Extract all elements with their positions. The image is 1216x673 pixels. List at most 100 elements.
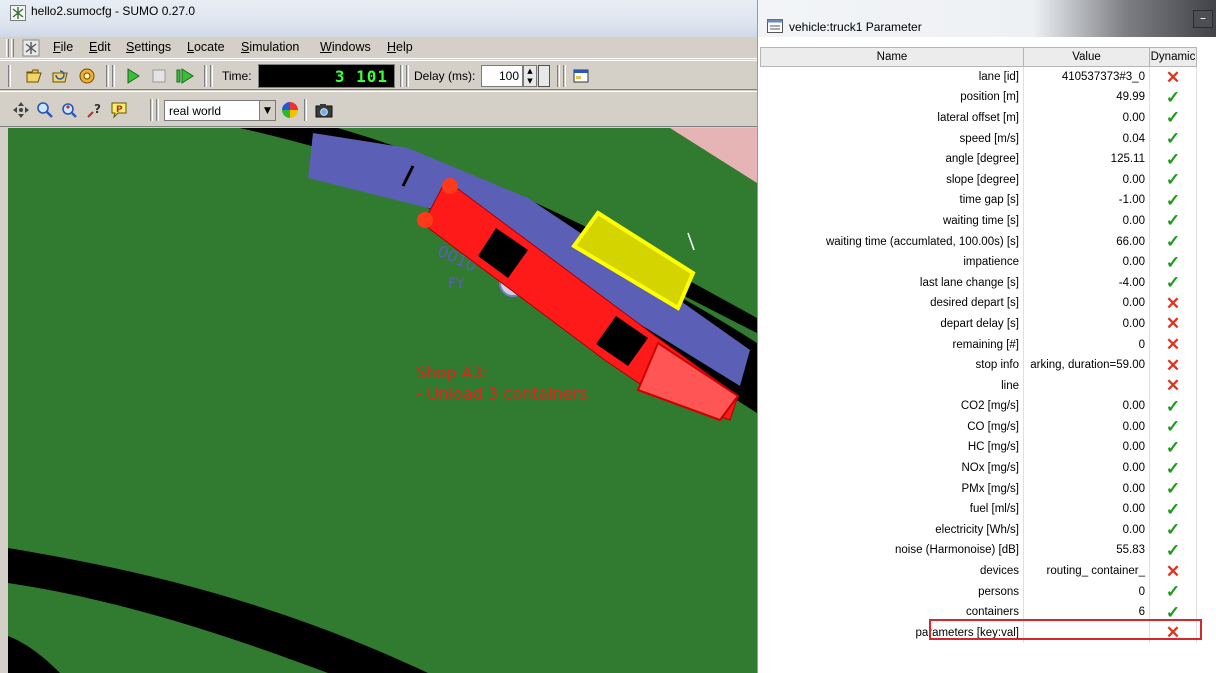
checkmark-icon: ✓ bbox=[1149, 498, 1197, 520]
stop-button[interactable] bbox=[148, 65, 170, 87]
lower-road bbox=[8, 548, 428, 673]
toolbar-grip[interactable] bbox=[11, 39, 14, 57]
step-button[interactable] bbox=[174, 65, 196, 87]
tooltip-icon: P bbox=[111, 102, 127, 119]
parameter-value: 0.00 bbox=[1023, 457, 1150, 479]
table-row[interactable]: CO [mg/s] 0.00 ✓ bbox=[760, 416, 1197, 438]
checkmark-icon: ✓ bbox=[1149, 416, 1197, 438]
minimize-button[interactable]: – bbox=[1193, 10, 1213, 28]
delay-spinner[interactable]: ▲ ▼ bbox=[523, 65, 537, 87]
toolbar-grip[interactable] bbox=[8, 65, 11, 87]
table-row[interactable]: containers 6 ✓ bbox=[760, 601, 1197, 623]
toolbar-grip[interactable] bbox=[6, 39, 9, 57]
spin-down-icon[interactable]: ▼ bbox=[524, 76, 536, 86]
new-view-button[interactable] bbox=[570, 65, 592, 87]
menu-locate[interactable]: Locate bbox=[187, 40, 225, 54]
table-row[interactable]: noise (Harmonoise) [dB] 55.83 ✓ bbox=[760, 540, 1197, 561]
menu-simulation[interactable]: Simulation bbox=[241, 40, 299, 54]
toolbar-separator bbox=[400, 65, 403, 87]
open-folder-button[interactable] bbox=[24, 65, 46, 87]
query-button[interactable]: ? bbox=[84, 99, 106, 121]
table-row[interactable]: CO2 [mg/s] 0.00 ✓ bbox=[760, 396, 1197, 417]
menu-edit[interactable]: Edit bbox=[89, 40, 111, 54]
parameter-name: persons bbox=[760, 581, 1024, 602]
toolbar-separator bbox=[106, 65, 109, 87]
toolbar-separator bbox=[304, 99, 307, 121]
screenshot-button[interactable] bbox=[313, 99, 335, 121]
edit-coloring-button[interactable] bbox=[279, 99, 301, 121]
table-row[interactable]: slope [degree] 0.00 ✓ bbox=[760, 169, 1197, 191]
toolbar-separator bbox=[406, 65, 409, 87]
table-row[interactable]: position [m] 49.99 ✓ bbox=[760, 87, 1197, 108]
table-row[interactable]: waiting time (accumlated, 100.00s) [s] 66… bbox=[760, 231, 1197, 252]
checkmark-icon: ✓ bbox=[1149, 396, 1197, 417]
checkmark-icon: ✓ bbox=[1149, 169, 1197, 191]
checkmark-icon: ✓ bbox=[1149, 107, 1197, 129]
spin-up-icon[interactable]: ▲ bbox=[524, 66, 536, 76]
table-row[interactable]: desired depart [s] 0.00 ✕ bbox=[760, 293, 1197, 314]
scale-label: 0m 1m bbox=[8, 662, 47, 673]
cross-icon: ✕ bbox=[1149, 313, 1197, 335]
table-row[interactable]: stop info arking, duration=59.00 ✕ bbox=[760, 354, 1197, 376]
parameter-value: 0 bbox=[1023, 581, 1150, 602]
column-header-name[interactable]: Name bbox=[760, 47, 1024, 67]
delay-slider-handle[interactable] bbox=[538, 65, 550, 87]
parameter-value: -4.00 bbox=[1023, 272, 1150, 294]
table-row[interactable]: lane [id] 410537373#3_0 ✕ bbox=[760, 66, 1197, 88]
table-row[interactable]: parameters [key:val] ✕ bbox=[760, 622, 1197, 644]
delay-input[interactable]: 100 bbox=[481, 65, 523, 87]
menu-windows[interactable]: Windows bbox=[320, 40, 371, 54]
table-row[interactable]: last lane change [s] -4.00 ✓ bbox=[760, 272, 1197, 294]
parameter-value bbox=[1023, 375, 1150, 396]
menu-file[interactable]: File bbox=[53, 40, 73, 54]
recenter-view-button[interactable] bbox=[10, 99, 32, 121]
tooltip-toggle-button[interactable]: P bbox=[108, 99, 130, 121]
toolbar-separator bbox=[204, 65, 207, 87]
table-row[interactable]: time gap [s] -1.00 ✓ bbox=[760, 190, 1197, 211]
parameter-name: CO [mg/s] bbox=[760, 416, 1024, 438]
table-row[interactable]: NOx [mg/s] 0.00 ✓ bbox=[760, 457, 1197, 479]
view-scheme-value: real world bbox=[169, 104, 222, 118]
table-row[interactable]: speed [m/s] 0.04 ✓ bbox=[760, 128, 1197, 149]
menu-help[interactable]: Help bbox=[387, 40, 413, 54]
table-row[interactable]: angle [degree] 125.11 ✓ bbox=[760, 148, 1197, 170]
parameter-value bbox=[1023, 622, 1150, 644]
reload-button[interactable] bbox=[50, 65, 72, 87]
menu-settings[interactable]: Settings bbox=[126, 40, 171, 54]
network-view-canvas[interactable]: 0010 FY bbox=[8, 128, 757, 673]
shop-annotation: Shop A3: - Unload 3 containers bbox=[416, 363, 588, 403]
table-row[interactable]: persons 0 ✓ bbox=[760, 581, 1197, 602]
table-row[interactable]: depart delay [s] 0.00 ✕ bbox=[760, 313, 1197, 335]
parameter-name: parameters [key:val] bbox=[760, 622, 1024, 644]
sumo-titlebar[interactable]: hello2.sumocfg - SUMO 0.27.0 bbox=[0, 0, 757, 37]
table-row[interactable]: fuel [ml/s] 0.00 ✓ bbox=[760, 498, 1197, 520]
table-row[interactable]: remaining [#] 0 ✕ bbox=[760, 334, 1197, 355]
locate-junction-button[interactable] bbox=[34, 99, 56, 121]
table-row[interactable]: PMx [mg/s] 0.00 ✓ bbox=[760, 478, 1197, 499]
parameter-name: position [m] bbox=[760, 87, 1024, 108]
close-simulation-button[interactable] bbox=[76, 65, 98, 87]
table-row[interactable]: line ✕ bbox=[760, 375, 1197, 396]
table-row[interactable]: waiting time [s] 0.00 ✓ bbox=[760, 210, 1197, 232]
table-row[interactable]: HC [mg/s] 0.00 ✓ bbox=[760, 437, 1197, 458]
sumo-main-window: hello2.sumocfg - SUMO 0.27.0 File Edit S… bbox=[0, 0, 757, 673]
column-header-value[interactable]: Value bbox=[1023, 47, 1150, 67]
column-header-dynamic[interactable]: Dynamic bbox=[1149, 47, 1197, 67]
parameter-name: electricity [Wh/s] bbox=[760, 519, 1024, 541]
parameter-value: 0.00 bbox=[1023, 210, 1150, 232]
parameter-value: 0.00 bbox=[1023, 169, 1150, 191]
parameter-value: 0.04 bbox=[1023, 128, 1150, 149]
parameter-titlebar[interactable]: vehicle:truck1 Parameter – bbox=[758, 0, 1216, 37]
truck-light bbox=[442, 178, 458, 194]
table-row[interactable]: electricity [Wh/s] 0.00 ✓ bbox=[760, 519, 1197, 541]
chevron-down-icon[interactable]: ▼ bbox=[259, 101, 275, 120]
stop-icon bbox=[152, 69, 166, 83]
table-row[interactable]: devices routing_ container_ ✕ bbox=[760, 560, 1197, 582]
locate-vehicle-button[interactable] bbox=[58, 99, 80, 121]
view-scheme-select[interactable]: real world ▼ bbox=[164, 100, 276, 121]
run-button[interactable] bbox=[122, 65, 144, 87]
table-row[interactable]: impatience 0.00 ✓ bbox=[760, 251, 1197, 273]
sumo-menu-icon[interactable] bbox=[22, 39, 40, 57]
cross-icon: ✕ bbox=[1149, 354, 1197, 376]
table-row[interactable]: lateral offset [m] 0.00 ✓ bbox=[760, 107, 1197, 129]
